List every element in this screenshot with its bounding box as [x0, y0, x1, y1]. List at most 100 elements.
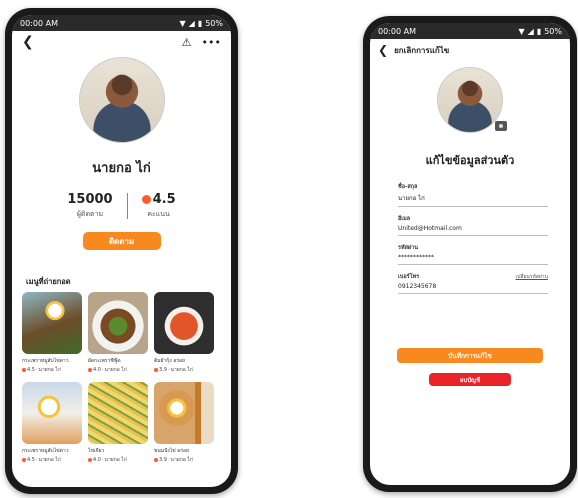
followers-stat: 15000 ผู้ติดตาม — [67, 192, 112, 220]
name-input[interactable]: นายกอ ไก่ — [398, 191, 548, 207]
name-field: ชื่อ-สกุล นายกอ ไก่ — [398, 183, 548, 207]
menu-item-meta: 4.0 · นายกอ ไก่ — [88, 366, 148, 374]
menu-item-author: นายกอ ไก่ — [38, 367, 61, 373]
status-icons: ▼ ◢ ▮ 50% — [180, 19, 224, 28]
edit-profile-phone: 00:00 AM ▼ ◢ ▮ 50% ❮ ยกเลิกการแก้ไข แก้ไ… — [363, 16, 577, 492]
delete-account-button[interactable]: ลบบัญชี — [429, 373, 511, 386]
edit-form: ชื่อ-สกุล นายกอ ไก่ อีเมล United@Hotmail… — [370, 183, 570, 294]
rating-icon — [22, 368, 26, 372]
menu-item-title: ต้มยำกุ้ง อร่อย — [154, 358, 185, 364]
battery-level: 50% — [205, 18, 223, 28]
menu-item-title: กระเพราหมูสับไข่ดาว — [22, 448, 69, 454]
change-password-link[interactable]: เปลี่ยนรหัสผ่าน — [516, 273, 548, 281]
meta-separator: · — [101, 367, 104, 373]
section-title: แก้ไขข้อมูลส่วนตัว — [425, 154, 515, 167]
menu-item[interactable]: ต้มยำกุ้ง อร่อย 3.9 · นายกอ ไก่ — [154, 292, 214, 374]
menu-item-meta: 4.0 · นายกอ ไก่ — [88, 456, 148, 464]
profile-stats: 15000 ผู้ติดตาม 4.5 คะแนน — [12, 192, 231, 220]
status-bar: 00:00 AM ▼ ◢ ▮ 50% — [370, 23, 570, 39]
avatar-image[interactable] — [437, 67, 503, 133]
menu-item-rating: 3.9 — [159, 367, 167, 373]
menu-item-meta: 4.5 · นายกอ ไก่ — [22, 456, 82, 464]
menu-item-title: กระเพราหมูสับไข่ดาว — [22, 358, 69, 364]
name-label: ชื่อ-สกุล — [398, 184, 418, 190]
menu-item-author: นายกอ ไก่ — [170, 367, 193, 373]
meta-separator: · — [167, 367, 170, 373]
meta-separator: · — [35, 367, 38, 373]
edit-topbar: ❮ ยกเลิกการแก้ไข — [370, 39, 570, 61]
followers-count: 15000 — [67, 192, 113, 207]
cancel-edit-link[interactable]: ยกเลิกการแก้ไข — [394, 44, 449, 57]
back-icon[interactable]: ❮ — [378, 43, 388, 57]
menu-item-author: นายกอ ไก่ — [38, 457, 61, 463]
edit-profile-screen: 00:00 AM ▼ ◢ ▮ 50% ❮ ยกเลิกการแก้ไข แก้ไ… — [370, 23, 570, 485]
password-label: รหัสผ่าน — [398, 245, 419, 251]
menu-grid: กระเพราหมูสับไข่ดาว 4.5 · นายกอ ไก่ ผัดกะเ… — [12, 292, 231, 464]
camera-icon[interactable] — [495, 121, 507, 131]
report-icon[interactable]: ⚠ — [182, 36, 192, 49]
password-input[interactable]: ************ — [398, 252, 548, 265]
profile-topbar: ❮ ⚠ ••• — [12, 31, 231, 53]
rating-icon — [141, 195, 151, 204]
rating-icon — [154, 368, 158, 372]
phone-input[interactable]: 0912345678 — [398, 281, 548, 294]
menu-item-image[interactable] — [154, 292, 214, 354]
profile-name: นายกอ ไก่ — [92, 161, 151, 176]
profile-avatar — [78, 57, 165, 143]
battery-icon: ▮ — [197, 18, 203, 28]
menu-item-rating: 4.5 — [27, 367, 35, 373]
menu-item[interactable]: กระเพราหมูสับไข่ดาว 4.5 · นายกอ ไก่ — [22, 292, 82, 374]
menu-item[interactable]: ขนมปังไข่ อร่อย 3.9 · นายกอ ไก่ — [154, 382, 214, 464]
topbar-actions: ⚠ ••• — [182, 36, 221, 49]
profile-screen: 00:00 AM ▼ ◢ ▮ 50% ❮ ⚠ ••• นายกอ ไก่ 150… — [12, 15, 231, 487]
menu-item-rating: 4.5 — [27, 457, 35, 463]
menu-item-meta: 3.9 · นายกอ ไก่ — [154, 456, 214, 464]
status-bar: 00:00 AM ▼ ◢ ▮ 50% — [12, 15, 231, 31]
stats-divider — [126, 193, 128, 219]
menu-item-image[interactable] — [22, 382, 82, 444]
profile-phone: 00:00 AM ▼ ◢ ▮ 50% ❮ ⚠ ••• นายกอ ไก่ 150… — [5, 8, 238, 494]
rating-icon — [22, 458, 26, 462]
menu-item[interactable]: ผัดกะเพราซีฟู้ด 4.0 · นายกอ ไก่ — [88, 292, 148, 374]
menu-item-title: ผัดกะเพราซีฟู้ด — [88, 358, 121, 364]
status-time: 00:00 AM — [20, 18, 58, 28]
email-field: อีเมล United@Hotmail.com — [398, 215, 548, 236]
menu-item-title: ไข่เจียว — [88, 448, 105, 454]
battery-icon: ▮ — [536, 26, 542, 36]
menu-item-title: ขนมปังไข่ อร่อย — [154, 448, 189, 454]
status-icons: ▼ ◢ ▮ 50% — [519, 27, 563, 36]
menu-item-rating: 4.0 — [93, 367, 101, 373]
rating-value-wrap: 4.5 — [141, 192, 176, 207]
email-label: อีเมล — [398, 216, 411, 222]
rating-value: 4.5 — [152, 192, 176, 207]
rating-icon — [88, 368, 92, 372]
signal-icon: ◢ — [188, 18, 195, 28]
menu-item-author: นายกอ ไก่ — [104, 367, 127, 373]
menu-item[interactable]: ไข่เจียว 4.0 · นายกอ ไก่ — [88, 382, 148, 464]
menu-item-rating: 3.9 — [159, 457, 167, 463]
menu-item-author: นายกอ ไก่ — [104, 457, 127, 463]
menu-heading: เมนูที่ถ่ายกอด — [26, 277, 71, 286]
password-field: รหัสผ่าน ************ — [398, 244, 548, 265]
rating-stat: 4.5 คะแนน — [141, 192, 176, 220]
menu-item-image[interactable] — [22, 292, 82, 354]
rating-icon — [154, 458, 158, 462]
edit-avatar[interactable] — [437, 67, 507, 133]
wifi-icon: ▼ — [518, 26, 525, 36]
menu-item-image[interactable] — [154, 382, 214, 444]
followers-label: ผู้ติดตาม — [76, 210, 104, 218]
menu-item-author: นายกอ ไก่ — [170, 457, 193, 463]
save-changes-button[interactable]: บันทึกการแก้ไข — [397, 348, 543, 363]
follow-button[interactable]: ติดตาม — [82, 232, 161, 250]
email-input[interactable]: United@Hotmail.com — [398, 223, 548, 236]
signal-icon: ◢ — [527, 26, 534, 36]
back-icon[interactable]: ❮ — [22, 34, 34, 50]
rating-label: คะแนน — [147, 210, 170, 218]
rating-icon — [88, 458, 92, 462]
meta-separator: · — [101, 457, 104, 463]
menu-item[interactable]: กระเพราหมูสับไข่ดาว 4.5 · นายกอ ไก่ — [22, 382, 82, 464]
menu-item-meta: 4.5 · นายกอ ไก่ — [22, 366, 82, 374]
menu-item-image[interactable] — [88, 292, 148, 354]
more-options-icon[interactable]: ••• — [202, 36, 221, 49]
menu-item-image[interactable] — [88, 382, 148, 444]
